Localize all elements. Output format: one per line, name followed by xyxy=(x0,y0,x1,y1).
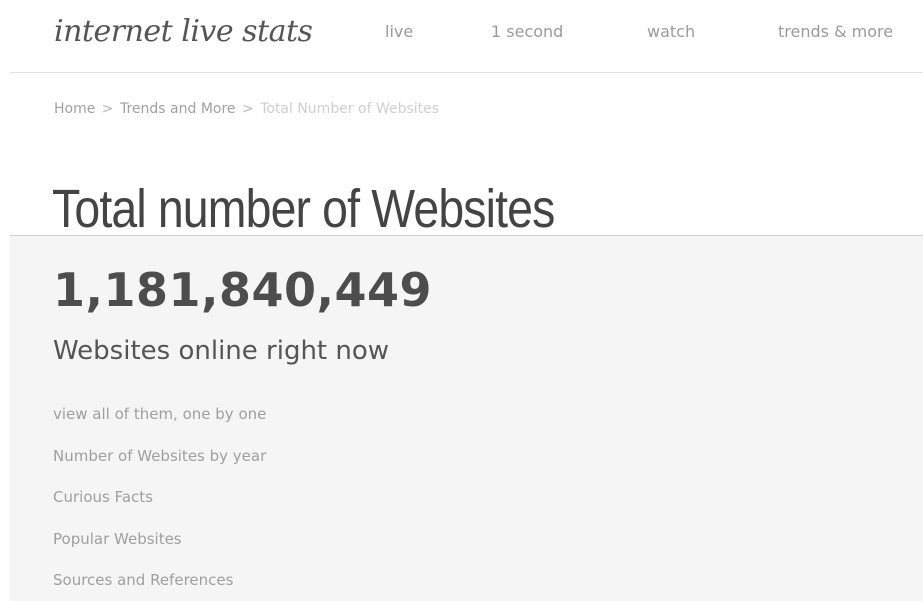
link-websites-by-year[interactable]: Number of Websites by year xyxy=(53,445,266,487)
breadcrumb-separator: > xyxy=(101,101,114,117)
breadcrumb-current: Total Number of Websites xyxy=(260,101,440,117)
breadcrumb: Home > Trends and More > Total Number of… xyxy=(54,101,439,117)
page-title: Total number of Websites xyxy=(52,179,555,240)
breadcrumb-trends[interactable]: Trends and More xyxy=(120,101,236,117)
counter-label: Websites online right now xyxy=(53,336,390,366)
link-sources-references[interactable]: Sources and References xyxy=(53,569,266,601)
top-navigation-bar: internet live stats live 1 second watch … xyxy=(0,0,923,73)
header-divider xyxy=(10,72,923,73)
link-curious-facts[interactable]: Curious Facts xyxy=(53,486,266,528)
page: internet live stats live 1 second watch … xyxy=(0,0,923,601)
nav-1-second[interactable]: 1 second xyxy=(491,22,563,41)
nav-live[interactable]: live xyxy=(385,22,413,41)
breadcrumb-separator: > xyxy=(242,101,254,117)
link-view-all[interactable]: view all of them, one by one xyxy=(53,403,266,445)
nav-trends-more[interactable]: trends & more xyxy=(778,22,893,41)
site-logo[interactable]: internet live stats xyxy=(54,14,313,49)
section-links: view all of them, one by one Number of W… xyxy=(53,403,266,601)
link-popular-websites[interactable]: Popular Websites xyxy=(53,528,266,570)
nav-watch[interactable]: watch xyxy=(647,22,695,41)
breadcrumb-home[interactable]: Home xyxy=(54,101,95,117)
websites-counter: 1,181,840,449 xyxy=(53,263,432,317)
counter-panel: 1,181,840,449 Websites online right now … xyxy=(10,235,923,601)
